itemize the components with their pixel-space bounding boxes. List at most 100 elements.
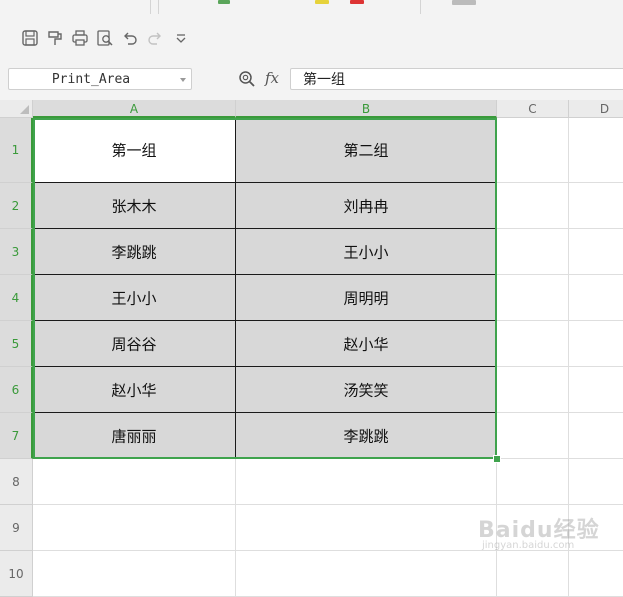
cell-a10[interactable] (33, 551, 236, 597)
cell-c2[interactable] (497, 183, 569, 229)
quick-access-toolbar (0, 16, 623, 60)
row-number: 1 (11, 143, 20, 157)
row-number: 10 (8, 566, 24, 581)
cell-b7[interactable]: 李跳跳 (236, 413, 497, 459)
cell-text: 李跳跳 (343, 427, 389, 445)
format-painter-icon[interactable] (46, 29, 64, 47)
cell-c10[interactable] (497, 551, 569, 597)
watermark-url: jingyan.baidu.com (482, 540, 575, 551)
ribbon-separator (420, 0, 421, 14)
column-header-c[interactable]: C (497, 100, 569, 118)
row-header-9[interactable]: 9 (0, 505, 33, 551)
row-number: 7 (11, 428, 20, 443)
row-header-2[interactable]: 2 (0, 183, 33, 229)
cell-c7[interactable] (497, 413, 569, 459)
cell-a5[interactable]: 周谷谷 (33, 321, 236, 367)
column-header-b[interactable]: B (236, 100, 497, 118)
cell-c1[interactable] (497, 118, 569, 183)
name-box-value: Print_Area (51, 72, 131, 87)
print-icon[interactable] (71, 29, 89, 47)
cell-b8[interactable] (236, 459, 497, 505)
cell-b9[interactable] (236, 505, 497, 551)
row-number: 8 (12, 474, 20, 489)
cell-text: 汤笑笑 (343, 381, 389, 399)
cell-a4[interactable]: 王小小 (33, 275, 236, 321)
cell-a1[interactable]: 第一组 (33, 118, 236, 183)
cell-text: 李跳跳 (111, 243, 157, 261)
formula-value: 第一组 (303, 72, 345, 88)
fill-handle[interactable] (493, 455, 501, 463)
font-color-icon[interactable] (350, 0, 364, 4)
cell-b2[interactable]: 刘冉冉 (236, 183, 497, 229)
print-preview-icon[interactable] (96, 29, 114, 47)
row-number: 4 (11, 290, 20, 305)
cell-text: 周谷谷 (111, 335, 157, 353)
watermark: Baidu经验 jingyan.baidu.com (478, 512, 608, 552)
ribbon-separator (158, 0, 159, 14)
cell-b1[interactable]: 第二组 (236, 118, 497, 183)
cell-a3[interactable]: 李跳跳 (33, 229, 236, 275)
row-number: 2 (11, 198, 20, 213)
column-header-a[interactable]: A (33, 100, 236, 118)
cell-d7[interactable] (569, 413, 623, 459)
row-number: 5 (11, 336, 20, 351)
ribbon-button-icon[interactable] (452, 0, 476, 5)
select-all-icon (20, 105, 29, 114)
cell-text: 王小小 (343, 243, 389, 261)
highlight-color-icon[interactable] (315, 0, 329, 4)
cell-text: 赵小华 (343, 335, 389, 353)
cell-d4[interactable] (569, 275, 623, 321)
cell-c8[interactable] (497, 459, 569, 505)
cell-d3[interactable] (569, 229, 623, 275)
row-header-4[interactable]: 4 (0, 275, 33, 321)
cell-c4[interactable] (497, 275, 569, 321)
name-box[interactable]: Print_Area (8, 68, 192, 90)
ribbon-glyph-icon[interactable] (218, 0, 230, 4)
cell-a7[interactable]: 唐丽丽 (33, 413, 236, 459)
cell-a6[interactable]: 赵小华 (33, 367, 236, 413)
cell-text: 刘冉冉 (343, 197, 389, 215)
fx-icon[interactable]: fx (265, 69, 279, 87)
undo-icon[interactable] (121, 29, 139, 47)
cell-text: 周明明 (343, 289, 389, 307)
cell-d1[interactable] (569, 118, 623, 183)
cell-a8[interactable] (33, 459, 236, 505)
cell-d10[interactable] (569, 551, 623, 597)
row-number: 6 (11, 382, 20, 397)
row-header-1[interactable]: 1 (0, 118, 33, 183)
formula-input[interactable]: 第一组 (290, 68, 623, 90)
cell-c5[interactable] (497, 321, 569, 367)
row-header-5[interactable]: 5 (0, 321, 33, 367)
row-header-3[interactable]: 3 (0, 229, 33, 275)
cell-text: 第一组 (111, 141, 157, 160)
cell-a2[interactable]: 张木木 (33, 183, 236, 229)
spreadsheet-grid: A B C D 1 2 3 4 5 6 7 8 9 10 第一组 第二组 张木木… (0, 100, 623, 597)
chevron-down-icon[interactable] (180, 78, 186, 82)
cell-text: 第二组 (343, 141, 389, 160)
cell-a9[interactable] (33, 505, 236, 551)
cell-text: 唐丽丽 (111, 427, 157, 445)
cell-b3[interactable]: 王小小 (236, 229, 497, 275)
cell-b6[interactable]: 汤笑笑 (236, 367, 497, 413)
customize-toolbar-icon[interactable] (172, 29, 190, 47)
select-all-corner[interactable] (0, 100, 33, 118)
save-icon[interactable] (21, 29, 39, 47)
cell-c3[interactable] (497, 229, 569, 275)
row-header-7[interactable]: 7 (0, 413, 33, 459)
row-header-10[interactable]: 10 (0, 551, 33, 597)
zoom-icon[interactable] (238, 70, 256, 88)
cell-b4[interactable]: 周明明 (236, 275, 497, 321)
redo-icon[interactable] (146, 29, 164, 47)
cell-b10[interactable] (236, 551, 497, 597)
cell-d5[interactable] (569, 321, 623, 367)
column-header-d[interactable]: D (569, 100, 623, 118)
cell-d6[interactable] (569, 367, 623, 413)
cell-d8[interactable] (569, 459, 623, 505)
cell-d2[interactable] (569, 183, 623, 229)
cell-b5[interactable]: 赵小华 (236, 321, 497, 367)
cell-c6[interactable] (497, 367, 569, 413)
row-header-8[interactable]: 8 (0, 459, 33, 505)
cell-text: 张木木 (111, 197, 157, 215)
row-header-6[interactable]: 6 (0, 367, 33, 413)
row-number: 9 (12, 520, 20, 535)
